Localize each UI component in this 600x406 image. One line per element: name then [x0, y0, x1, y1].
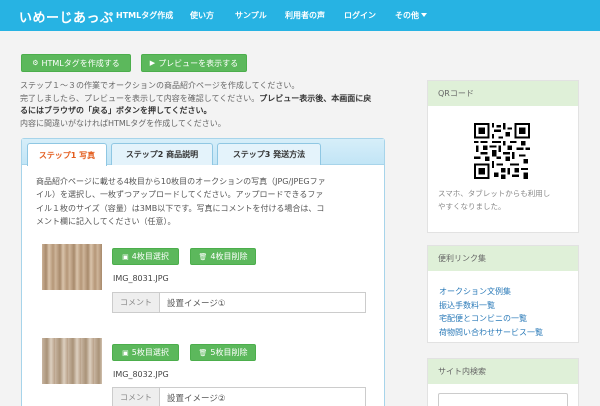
qr-code-icon [474, 123, 530, 179]
intro-line-3: るにはブラウザの「戻る」ボタンを押してください。 [20, 106, 212, 116]
intro-text: ステップ１～３の作業でオークションの商品紹介ページを作成してください。 完了しま… [20, 80, 415, 130]
nav-other-dropdown[interactable]: その他 [395, 10, 427, 21]
link-delivery-convenience[interactable]: 宅配便とコンビニの一覧 [439, 312, 543, 326]
qr-description: スマホ、タブレットからも利用し やすくなりました。 [438, 189, 551, 211]
intro-line-2: 完了しましたら、プレビューを表示して内容を確認してください。プレビュー表示後、本… [20, 93, 372, 103]
qr-code-widget: QRコード スマホ、タブレットからも利用し やすくなりました。 [427, 80, 579, 233]
trash-icon: 🗑 [198, 252, 208, 261]
comment-label: コメント [113, 293, 160, 312]
comment-input[interactable]: 設置イメージ② [160, 388, 365, 406]
floppy-icon: ▣ [122, 348, 129, 357]
create-html-label: HTMLタグを作成する [41, 58, 120, 68]
nav-html-create[interactable]: HTMLタグ作成 [116, 10, 173, 21]
trash-icon: 🗑 [198, 348, 208, 357]
desc-line: イル）を選択し、一枚ずつアップロードしてください。アップロードできるファ [36, 190, 324, 200]
delete-label: 4枚目削除 [210, 252, 248, 261]
link-transfer-fees[interactable]: 振込手数料一覧 [439, 299, 543, 313]
delete-label: 5枚目削除 [210, 348, 248, 357]
useful-links-widget: 便利リンク集 オークション文例集 振込手数料一覧 宅配便とコンビニの一覧 荷物問… [427, 245, 579, 343]
floppy-icon: ▣ [122, 252, 129, 261]
links-widget-title: 便利リンク集 [428, 246, 578, 271]
desc-line: イル１枚のサイズ（容量）は3MB以下です。写真にコメントを付ける場合は、コ [36, 203, 325, 213]
delete-photo-5-button[interactable]: 🗑 5枚目削除 [190, 344, 256, 361]
intro-line-4: 内容に間違いがなければHTMLタグを作成してください。 [20, 118, 226, 128]
tab-step1-photo[interactable]: ステップ1 写真 [27, 143, 107, 166]
photo-thumbnail [42, 244, 102, 290]
create-html-button[interactable]: ⚙ HTMLタグを作成する [21, 54, 131, 72]
tab-step3-shipping[interactable]: ステップ3 発送方法 [217, 143, 321, 165]
nav-user-voices[interactable]: 利用者の声 [285, 10, 325, 21]
photo-filename: IMG_8032.JPG [113, 370, 169, 379]
desc-line: 商品紹介ページに載せる4枚目から10枚目のオークションの写真（JPG/JPEGフ… [36, 177, 326, 186]
select-label: 4枚目選択 [131, 252, 169, 261]
step-tabs-panel: ステップ1 写真 ステップ2 商品説明 ステップ3 発送方法 商品紹介ページに載… [21, 138, 385, 406]
qr-widget-title: QRコード [428, 81, 578, 106]
nav-login[interactable]: ログイン [344, 10, 376, 21]
comment-input[interactable]: 設置イメージ① [160, 293, 365, 312]
desc-line: メント欄に記入してください（任意）。 [36, 217, 176, 227]
site-search-input[interactable] [438, 393, 568, 406]
comment-field[interactable]: コメント 設置イメージ② [112, 387, 366, 406]
site-logo[interactable]: いめーじあっぷ [19, 7, 114, 26]
link-package-tracking[interactable]: 荷物問い合わせサービス一覧 [439, 326, 543, 340]
delete-photo-4-button[interactable]: 🗑 4枚目削除 [190, 248, 256, 265]
select-label: 5枚目選択 [131, 348, 169, 357]
nav-how-to[interactable]: 使い方 [190, 10, 214, 21]
photo-filename: IMG_8031.JPG [113, 274, 169, 283]
photo-thumbnail [42, 338, 102, 384]
select-photo-5-button[interactable]: ▣ 5枚目選択 [112, 344, 179, 361]
nav-other-label: その他 [395, 11, 419, 20]
comment-field[interactable]: コメント 設置イメージ① [112, 292, 366, 313]
preview-label: プレビューを表示する [158, 58, 239, 68]
preview-button[interactable]: ▶ プレビューを表示する [141, 54, 247, 72]
play-icon: ▶ [149, 59, 156, 67]
gear-icon: ⚙ [32, 59, 39, 67]
search-widget-title: サイト内検索 [428, 359, 578, 384]
comment-label: コメント [113, 388, 160, 406]
link-auction-examples[interactable]: オークション文例集 [439, 285, 543, 299]
intro-line-1: ステップ１～３の作業でオークションの商品紹介ページを作成してください。 [20, 81, 300, 90]
select-photo-4-button[interactable]: ▣ 4枚目選択 [112, 248, 179, 265]
step1-description: 商品紹介ページに載せる4枚目から10枚目のオークションの写真（JPG/JPEGフ… [36, 175, 376, 229]
site-search-widget: サイト内検索 [427, 358, 579, 406]
links-list: オークション文例集 振込手数料一覧 宅配便とコンビニの一覧 荷物問い合わせサービ… [439, 285, 543, 339]
top-navbar: いめーじあっぷ HTMLタグ作成 使い方 サンプル 利用者の声 ログイン その他 [0, 0, 600, 31]
tab-bar: ステップ1 写真 ステップ2 商品説明 ステップ3 発送方法 [22, 139, 384, 166]
nav-sample[interactable]: サンプル [235, 10, 267, 21]
tab-step2-description[interactable]: ステップ2 商品説明 [111, 143, 213, 165]
caret-down-icon [421, 13, 427, 17]
